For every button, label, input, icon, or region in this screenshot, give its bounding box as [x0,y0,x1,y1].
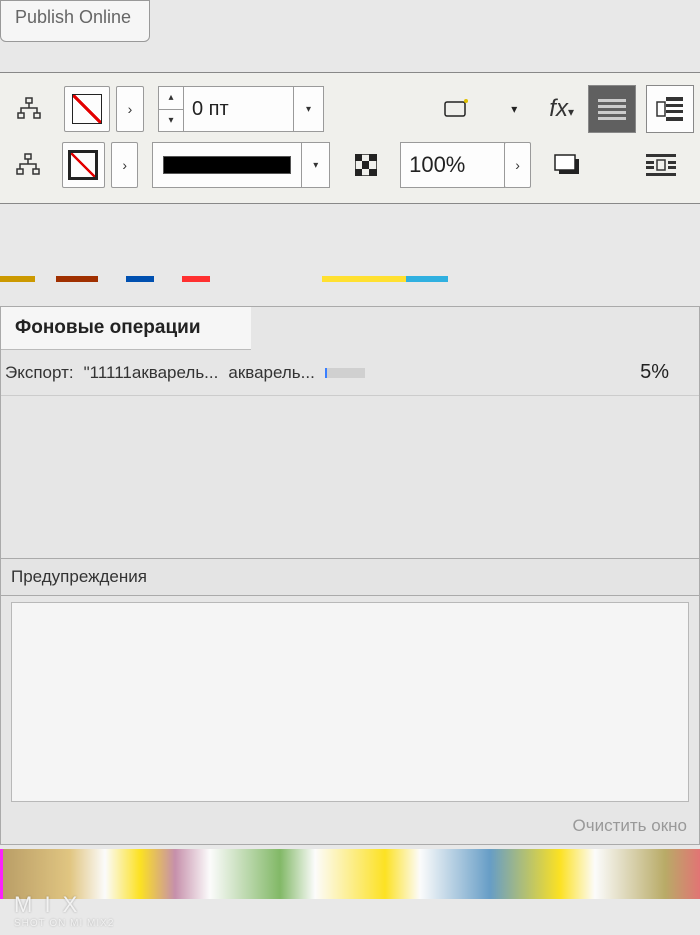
stroke-swatch-button[interactable] [62,142,106,188]
clear-window-button[interactable]: Очистить окно [573,816,687,836]
clear-row: Очистить окно [1,808,699,844]
chevron-up-icon: ▴ [159,87,183,110]
publish-online-label: Publish Online [15,7,131,27]
stroke-style-field[interactable] [152,142,302,188]
text-wrap-lines-icon [598,99,626,120]
watermark-line2: SHOT ON MI MIX2 [14,918,114,929]
drop-shadow-icon[interactable] [545,142,589,188]
chevron-down-icon: ▾ [159,110,183,132]
stroke-weight-dropdown[interactable]: ▾ [294,86,324,132]
stroke-weight-field[interactable]: 0 пт [184,86,294,132]
corner-dropdown-icon[interactable]: ▾ [491,86,537,132]
text-wrap-button[interactable] [646,85,694,133]
transparency-icon[interactable] [344,142,388,188]
stroke-style-dropdown[interactable]: ▾ [302,142,331,188]
toolbar-row-2: › ▾ 100% › [0,137,700,193]
control-toolbar: › ▴▾ 0 пт ▾ ▾ fx▾ › ▾ 100% [0,72,700,204]
opacity-field[interactable]: 100% [400,142,505,188]
stroke-weight-stepper[interactable]: ▴▾ 0 пт [158,86,294,132]
task-progress-fill [325,368,327,378]
task-filename: "11111акварель... [84,363,219,383]
none-swatch-icon [68,150,98,180]
opacity-value: 100% [409,152,465,178]
task-percent: 5% [640,361,669,384]
warnings-listbox[interactable] [11,602,689,802]
wrap-option-button[interactable] [639,141,685,189]
none-swatch-icon [72,94,102,124]
panel-spacer [1,396,699,558]
background-tasks-panel: Фоновые операции Экспорт: "11111акварель… [0,306,700,845]
stroke-style-swatch [163,156,291,174]
wrap-icon [656,96,684,122]
task-filename-2: акварель... [228,363,314,383]
wrap-around-icon [646,152,676,178]
fx-label: fx [549,95,568,122]
text-wrap-active-button[interactable] [588,85,636,133]
publish-online-tab[interactable]: Publish Online [0,0,150,42]
toolbar-row-1: › ▴▾ 0 пт ▾ ▾ fx▾ [0,81,700,137]
camera-watermark: M I X SHOT ON MI MIX2 [14,892,114,929]
export-task-row: Экспорт: "11111акварель... акварель... 5… [1,350,699,396]
opacity-more-button[interactable]: › [504,142,531,188]
watermark-line1: M I X [14,892,114,918]
ruler-color-strip [0,276,700,282]
fill-swatch-button[interactable] [64,86,110,132]
fx-button[interactable]: fx▾ [549,95,574,123]
stroke-weight-value: 0 пт [192,98,229,121]
structure-icon[interactable] [6,86,52,132]
stroke-more-button[interactable]: › [111,142,138,188]
stroke-style-picker[interactable] [152,142,302,188]
fill-more-button[interactable]: › [116,86,144,132]
structure-icon-2[interactable] [6,142,50,188]
task-prefix: Экспорт: [5,363,74,383]
warnings-title: Предупреждения [1,558,699,596]
task-progress-bar [325,368,365,378]
panel-title: Фоновые операции [1,307,251,350]
stepper-arrows[interactable]: ▴▾ [158,86,184,132]
corner-options-icon[interactable] [433,86,479,132]
